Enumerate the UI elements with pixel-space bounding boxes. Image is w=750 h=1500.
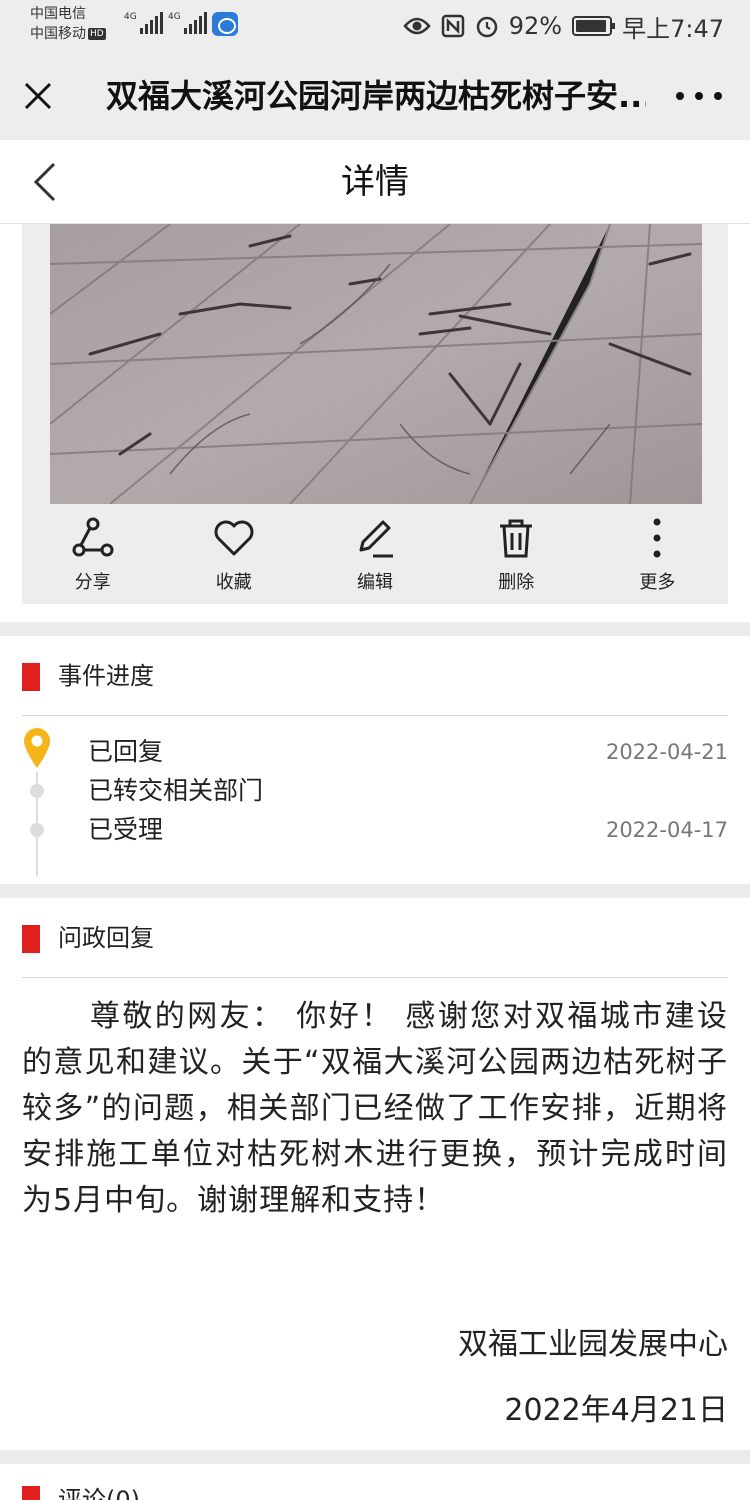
reply-header: 问政回复: [22, 898, 728, 978]
delete-label: 删除: [498, 572, 535, 593]
back-button[interactable]: [26, 160, 66, 204]
location-pin-icon: [24, 728, 50, 768]
share-button[interactable]: 分享: [22, 516, 163, 604]
timeline-item: 已受理 2022-04-17: [22, 810, 728, 850]
heart-icon: [214, 520, 254, 556]
action-bar: 分享 收藏 编辑 删除 更多: [22, 516, 728, 604]
wechat-title-bar: 双福大溪河公园河岸两边枯死树子安...: [0, 52, 750, 140]
timeline-dot: [30, 784, 44, 798]
clock: 早上7:47: [622, 14, 724, 43]
share-label: 分享: [74, 572, 111, 593]
page-title: 详情: [341, 162, 409, 202]
carrier-2: 中国移动 HD: [30, 24, 106, 44]
eye-icon: [403, 17, 431, 35]
alarm-icon: [476, 16, 497, 38]
reply-section: 问政回复 尊敬的网友： 你好！ 感谢您对双福城市建设的意见和建议。关于“双福大溪…: [0, 898, 750, 1450]
carrier-1: 中国电信: [30, 6, 86, 22]
timeline-item: 已转交相关部门: [22, 771, 728, 811]
favorite-label: 收藏: [215, 572, 252, 593]
network-type-1: 4G: [124, 12, 137, 22]
favorite-button[interactable]: 收藏: [163, 516, 304, 604]
edit-label: 编辑: [357, 572, 393, 593]
section-marker: [22, 663, 40, 691]
issue-photo[interactable]: [50, 224, 702, 504]
nfc-icon: [441, 14, 464, 38]
progress-header: 事件进度: [22, 636, 728, 716]
dot: [714, 92, 722, 100]
timeline-date: 2022-04-21: [605, 740, 728, 764]
trash-icon: [500, 519, 533, 558]
more-button[interactable]: 更多: [587, 516, 728, 604]
timeline-item: 已回复 2022-04-21: [22, 728, 728, 772]
progress-title: 事件进度: [58, 662, 154, 690]
more-vertical-icon: [653, 518, 661, 558]
battery-percent: 92%: [508, 12, 563, 40]
timeline-status: 已受理: [88, 815, 164, 844]
delete-button[interactable]: 删除: [446, 516, 587, 604]
network-type-2: 4G: [168, 12, 181, 22]
status-right: 92% 早上7:47: [403, 8, 724, 44]
reply-body: 尊敬的网友： 你好！ 感谢您对双福城市建设的意见和建议。关于“双福大溪河公园两边…: [22, 999, 728, 1218]
battery-icon: [572, 16, 616, 36]
section-marker: [22, 1486, 40, 1500]
close-icon: [24, 82, 52, 110]
reply-title: 问政回复: [58, 924, 154, 952]
timeline-date: 2022-04-17: [605, 818, 728, 842]
page-header: 详情: [0, 140, 750, 224]
reply-organization: 双福工业园发展中心: [458, 1327, 728, 1362]
share-icon: [72, 517, 114, 557]
photo-card: 分享 收藏 编辑 删除 更多: [22, 224, 728, 604]
signal-icon-2: 4G: [168, 12, 207, 34]
dot: [695, 92, 703, 100]
photo-section: 分享 收藏 编辑 删除 更多: [0, 224, 750, 622]
pavement-photo: [50, 224, 702, 504]
reply-date: 2022年4月21日: [504, 1393, 728, 1428]
more-label: 更多: [639, 572, 676, 593]
timeline-status: 已转交相关部门: [88, 776, 264, 805]
comments-section: 评论(0): [0, 1464, 750, 1500]
section-marker: [22, 925, 40, 953]
edit-button[interactable]: 编辑: [304, 516, 445, 604]
signal-icon-1: 4G: [124, 12, 163, 34]
timeline-status: 已回复: [88, 737, 164, 766]
progress-section: 事件进度 已回复 2022-04-21 已转交相关部门 已受理 2022-04-…: [0, 636, 750, 884]
app-notification-icon: [212, 12, 238, 36]
wechat-page-title: 双福大溪河公园河岸两边枯死树子安...: [106, 77, 646, 115]
carrier-info: 中国电信 中国移动 HD: [30, 4, 106, 44]
hd-badge: HD: [88, 28, 106, 40]
pencil-icon: [359, 520, 393, 558]
comments-title: 评论(0): [58, 1486, 140, 1500]
more-menu-button[interactable]: [676, 76, 722, 116]
timeline-dot: [30, 823, 44, 837]
carrier-2-label: 中国移动: [30, 26, 86, 42]
status-bar: 中国电信 中国移动 HD 4G 4G 92% 早上7:47: [0, 0, 750, 52]
chevron-left-icon: [33, 162, 56, 202]
close-button[interactable]: [18, 74, 58, 118]
dot: [676, 92, 684, 100]
